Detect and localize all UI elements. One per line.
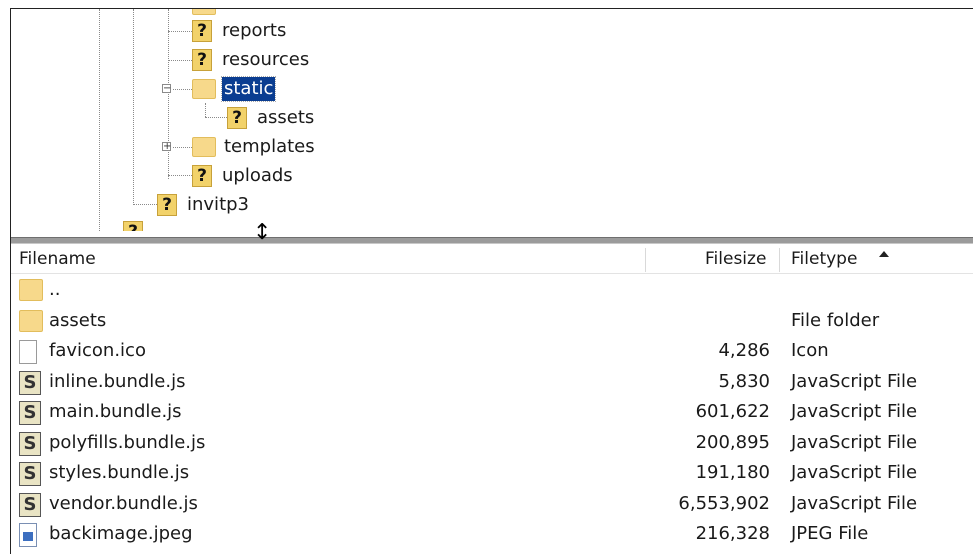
- question-mark: ?: [232, 108, 242, 128]
- list-item[interactable]: favicon.ico 4,286 Icon: [11, 336, 973, 367]
- js-file-icon: S: [19, 401, 41, 425]
- file-type: JavaScript File: [791, 431, 918, 453]
- tree-guide-line: [168, 175, 192, 176]
- question-mark: ?: [128, 222, 138, 231]
- file-type: File folder: [791, 309, 880, 331]
- file-size: 191,180: [695, 462, 770, 483]
- pane-splitter[interactable]: [11, 237, 973, 244]
- tree-node-label: invitp3: [187, 194, 249, 215]
- folder-icon: [192, 137, 216, 157]
- tree-node-label: static: [220, 76, 277, 102]
- tree-guide-line: [168, 9, 169, 179]
- tree-node-label: assets: [257, 107, 315, 128]
- file-name: main.bundle.js: [49, 401, 182, 422]
- tree-guide-line: [168, 31, 192, 32]
- question-folder-icon: ?: [157, 194, 177, 216]
- tree-node-label: resources: [222, 49, 310, 70]
- file-size: 4,286: [718, 340, 770, 361]
- column-header-filesize[interactable]: Filesize: [705, 246, 766, 273]
- question-folder-icon: ?: [192, 20, 212, 42]
- folder-icon: [192, 9, 216, 15]
- tree-node-label: templates: [224, 136, 315, 157]
- file-type: JavaScript File: [791, 401, 918, 422]
- list-item[interactable]: backimage.jpeg 216,328 JPEG File: [11, 519, 973, 550]
- sort-ascending-icon: [879, 251, 889, 257]
- js-file-icon: S: [19, 462, 41, 486]
- file-name: styles.bundle.js: [49, 462, 190, 483]
- tree-node-label: uploads: [222, 165, 293, 186]
- tree-guide-line: [205, 103, 206, 117]
- file-size: 6,553,902: [678, 492, 770, 514]
- list-item[interactable]: S styles.bundle.js 191,180 JavaScript Fi…: [11, 458, 973, 489]
- tree-guide-line: [173, 147, 192, 148]
- question-folder-icon: ?: [192, 49, 212, 71]
- list-item[interactable]: ..: [11, 275, 973, 306]
- js-file-icon: S: [19, 370, 41, 395]
- js-file-icon: S: [19, 492, 41, 517]
- tree-guide-line: [99, 9, 100, 231]
- question-mark: ?: [197, 21, 207, 41]
- file-icon: [19, 340, 37, 364]
- file-size: 5,830: [718, 370, 770, 392]
- tree-guide-line: [168, 60, 192, 61]
- question-mark: ?: [197, 50, 207, 70]
- file-name: ..: [49, 279, 61, 300]
- expander-glyph: +: [163, 141, 172, 152]
- file-size: 200,895: [695, 431, 770, 453]
- folder-icon: [192, 79, 216, 99]
- tree-guide-line: [133, 204, 157, 205]
- question-folder-icon: ?: [123, 221, 143, 231]
- tree-guide-line: [173, 89, 192, 90]
- tree-guide-line: [133, 9, 134, 205]
- question-folder-icon: ?: [227, 107, 247, 129]
- collapse-toggle[interactable]: −: [162, 83, 172, 94]
- file-size: 216,328: [695, 523, 770, 544]
- file-type: JavaScript File: [791, 370, 918, 392]
- expand-toggle[interactable]: +: [162, 141, 172, 152]
- question-mark: ?: [162, 195, 172, 215]
- file-name: polyfills.bundle.js: [49, 431, 206, 453]
- file-manager-panel: ? reports ? resources − static ? assets …: [10, 8, 973, 554]
- list-item[interactable]: S inline.bundle.js 5,830 JavaScript File: [11, 367, 973, 398]
- resize-cursor-icon: ↕: [253, 220, 272, 245]
- tree-guide-line: [205, 117, 227, 118]
- file-name: backimage.jpeg: [49, 523, 193, 544]
- image-file-icon: [19, 523, 37, 547]
- question-folder-icon: ?: [192, 165, 212, 187]
- list-item[interactable]: S vendor.bundle.js 6,553,902 JavaScript …: [11, 489, 973, 520]
- folder-icon: [19, 279, 43, 301]
- file-type: Icon: [791, 340, 829, 361]
- file-list: .. assets File folder favicon.ico 4,286 …: [11, 275, 973, 550]
- column-header-filetype[interactable]: Filetype: [791, 246, 857, 273]
- js-file-icon: S: [19, 431, 41, 456]
- tree-node-label: reports: [222, 20, 287, 41]
- column-divider[interactable]: [645, 248, 646, 272]
- file-type: JavaScript File: [791, 492, 918, 514]
- file-name: vendor.bundle.js: [49, 492, 198, 514]
- directory-tree: ? reports ? resources − static ? assets …: [11, 9, 973, 231]
- list-item[interactable]: S polyfills.bundle.js 200,895 JavaScript…: [11, 428, 973, 459]
- list-item[interactable]: assets File folder: [11, 306, 973, 337]
- column-divider[interactable]: [779, 248, 780, 272]
- file-name: assets: [49, 309, 107, 331]
- file-type: JPEG File: [791, 523, 869, 544]
- file-name: favicon.ico: [49, 340, 146, 361]
- list-header: Filename Filesize Filetype: [11, 246, 973, 274]
- file-size: 601,622: [695, 401, 770, 422]
- column-header-filename[interactable]: Filename: [19, 246, 96, 273]
- folder-icon: [19, 309, 43, 332]
- expander-glyph: −: [163, 83, 172, 94]
- list-item[interactable]: S main.bundle.js 601,622 JavaScript File: [11, 397, 973, 428]
- question-mark: ?: [197, 166, 207, 186]
- file-name: inline.bundle.js: [49, 370, 186, 392]
- file-type: JavaScript File: [791, 462, 918, 483]
